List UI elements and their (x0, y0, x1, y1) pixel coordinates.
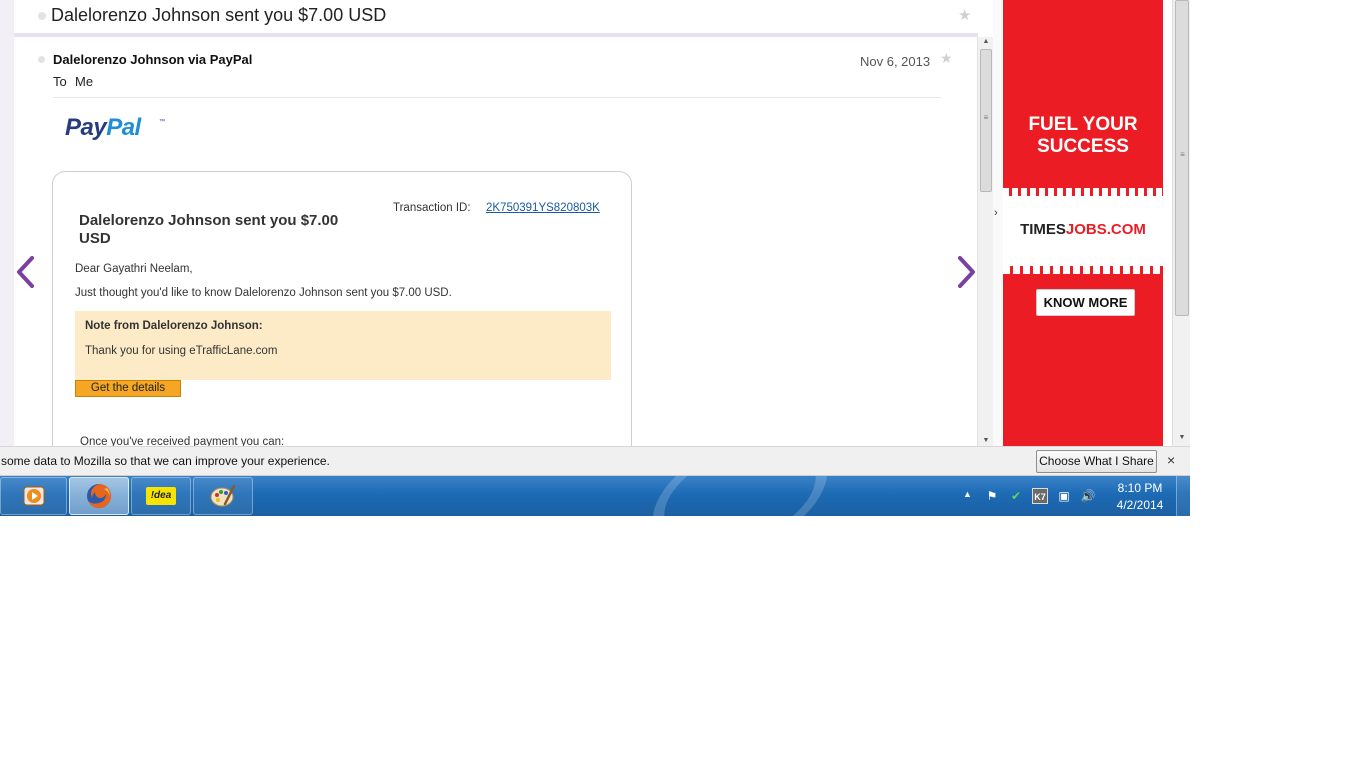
scroll-down-arrow-icon[interactable]: ▼ (978, 436, 994, 446)
email-greeting: Dear Gayathri Neelam, (75, 263, 193, 275)
to-label: To (53, 74, 67, 89)
windows-taskbar: !dea ▲ ⚑ ✔ K7 ▣ 🔊 8:10 PM 4/2/2014 (0, 476, 1190, 516)
page-scrollbar-thumb[interactable]: ≡ (1175, 0, 1189, 316)
taskbar-paint[interactable] (193, 477, 253, 515)
k7-antivirus-icon[interactable]: K7 (1032, 488, 1048, 504)
security-shield-icon[interactable]: ✔ (1008, 488, 1024, 504)
message-scrollbar[interactable]: ▲ ≡ ▼ (977, 37, 993, 446)
paypal-logo-pal: Pal (106, 114, 141, 141)
email-followup-text: Once you've received payment you can: (80, 436, 285, 446)
ad-headline-line2: SUCCESS (1037, 136, 1129, 157)
paypal-logo: PayPal (65, 114, 141, 142)
choose-what-i-share-button[interactable]: Choose What I Share (1036, 450, 1157, 473)
conversation-subject: Dalelorenzo Johnson sent you $7.00 USD (51, 5, 387, 25)
note-text: Thank you for using eTrafficLane.com (85, 345, 278, 357)
idea-icon: !dea (146, 487, 176, 505)
scrollbar-thumb[interactable]: ≡ (980, 49, 992, 192)
message-date: Nov 6, 2013 (860, 54, 931, 69)
email-card: Dalelorenzo Johnson sent you $7.00 USD T… (52, 171, 632, 446)
paypal-trademark: ™ (159, 119, 165, 125)
clock-date[interactable]: 4/2/2014 (1110, 498, 1170, 512)
mozilla-notification-bar: some data to Mozilla so that we can impr… (0, 446, 1190, 476)
taskbar-wallpaper-glow (625, 476, 855, 516)
ad-brand-jobs: JOBS.COM (1065, 221, 1146, 238)
left-gutter (0, 0, 14, 446)
notification-text: some data to Mozilla so that we can impr… (1, 454, 330, 468)
show-hidden-icons-icon[interactable]: ▲ (963, 489, 972, 499)
header-divider (53, 97, 941, 98)
recipient: Me (75, 74, 94, 89)
close-icon[interactable]: × (1167, 452, 1175, 468)
taskbar-media-player[interactable] (0, 477, 67, 515)
transaction-label: Transaction ID: (393, 202, 471, 214)
paint-icon (210, 484, 236, 507)
email-title: Dalelorenzo Johnson sent you $7.00 USD (79, 212, 339, 247)
ad-headline: FUEL YOUR SUCCESS (1003, 114, 1163, 158)
message-star-icon[interactable]: ★ (940, 50, 953, 67)
note-box: Note from Dalelorenzo Johnson: Thank you… (75, 311, 611, 380)
firefox-icon (87, 484, 111, 508)
idea-label: !dea (150, 490, 172, 501)
read-status-dot (38, 12, 46, 20)
email-body-text: Just thought you'd like to know Dalelore… (75, 287, 452, 299)
message-status-dot (38, 56, 45, 63)
next-message-arrow-icon[interactable] (953, 252, 979, 292)
ad-collapse-handle[interactable]: › (993, 0, 1003, 446)
paypal-logo-pay: Pay (65, 114, 107, 141)
star-icon[interactable]: ★ (958, 6, 971, 24)
get-details-button[interactable]: Get the details (75, 380, 181, 397)
page-scrollbar-grip-icon: ≡ (1180, 150, 1185, 159)
ad-brand-strip: TIMESJOBS.COM (1003, 188, 1163, 274)
volume-icon[interactable]: 🔊 (1080, 488, 1096, 504)
browser-viewport: Dalelorenzo Johnson sent you $7.00 USD ★… (0, 0, 1190, 446)
ad-brand-times: TIMES (1020, 221, 1066, 238)
screen: Dalelorenzo Johnson sent you $7.00 USD ★… (0, 0, 1366, 768)
transaction-id-link[interactable]: 2K750391YS820803K (486, 202, 600, 214)
network-icon[interactable]: ▣ (1056, 488, 1072, 504)
note-title: Note from Dalelorenzo Johnson: (85, 320, 263, 332)
media-player-icon (23, 486, 44, 506)
know-more-button[interactable]: KNOW MORE (1036, 289, 1135, 316)
taskbar-idea[interactable]: !dea (131, 477, 191, 515)
action-center-flag-icon[interactable]: ⚑ (984, 488, 1000, 504)
scroll-up-arrow-icon[interactable]: ▲ (978, 37, 994, 47)
show-desktop-button[interactable] (1176, 476, 1190, 516)
advertisement[interactable]: FUEL YOUR SUCCESS TIMESJOBS.COM KNOW MOR… (1003, 0, 1163, 446)
conversation-subject-row: Dalelorenzo Johnson sent you $7.00 USD ★ (14, 0, 978, 37)
timesjobs-logo: TIMESJOBS.COM (1003, 221, 1163, 238)
page-scroll-down-arrow-icon[interactable]: ▼ (1173, 432, 1190, 444)
page-scrollbar[interactable]: ≡ ▼ (1172, 0, 1190, 446)
taskbar-firefox[interactable] (69, 477, 129, 515)
previous-message-arrow-icon[interactable] (13, 252, 39, 292)
ad-headline-line1: FUEL YOUR (1028, 114, 1138, 135)
scrollbar-grip-icon: ≡ (983, 113, 989, 122)
chevron-right-icon: › (994, 207, 998, 219)
clock-time[interactable]: 8:10 PM (1110, 481, 1170, 495)
message-sender[interactable]: Dalelorenzo Johnson via PayPal (53, 52, 252, 67)
